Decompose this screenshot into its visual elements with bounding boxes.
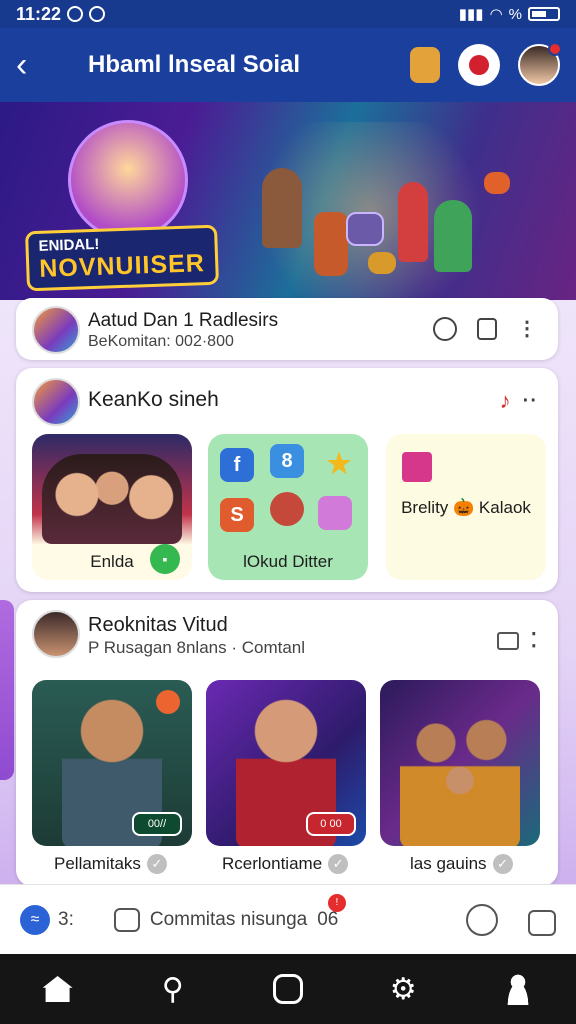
- status-bar: 11:22 ▮▮▮ ◠ %: [0, 0, 576, 28]
- bottom-navigation: ⚲ ⚙: [0, 954, 576, 1024]
- comment-bubble-icon: [113, 907, 140, 932]
- character-figure: [398, 182, 428, 262]
- home-icon: [42, 976, 73, 1002]
- page-title: Hbaml lnseal Soial: [88, 51, 301, 78]
- signal-icon: ▮▮▮: [458, 6, 484, 23]
- cube-icon: [402, 452, 432, 482]
- post-subtitle: BeKomitan: 002·800: [88, 333, 234, 350]
- photo-tag: 0 00: [306, 812, 356, 836]
- group-photo: [42, 454, 182, 544]
- profile-icon[interactable]: [466, 903, 498, 936]
- more-vertical-icon[interactable]: ⁚: [531, 628, 538, 653]
- alarm-icon: [67, 6, 84, 22]
- feed-card: Reoknitas Vitud P Rusagan 8nlans · Comta…: [16, 600, 558, 886]
- gift-prop: [484, 172, 510, 194]
- music-note-icon[interactable]: ♪: [500, 388, 511, 414]
- community-card: KeanKo sineh ♪ ·· Enlda ▪ f 8 ★ S lOkud …: [16, 368, 558, 592]
- more-vertical-icon[interactable]: ⋮: [517, 316, 538, 341]
- gift-prop: [368, 252, 396, 274]
- gift-box-icon[interactable]: [410, 47, 440, 83]
- app-icon: [318, 496, 352, 530]
- tile-label: Brelity 🎃 Kalaok: [401, 498, 531, 517]
- comment-notification-badge: !: [327, 893, 346, 912]
- notification-badge: [548, 42, 562, 56]
- battery-icon: [528, 7, 560, 21]
- photo-caption: las gauins ✓: [410, 854, 513, 874]
- mascot-character: [68, 120, 188, 240]
- chat-icon[interactable]: ▪: [150, 544, 180, 574]
- community-title: KeanKo sineh: [88, 388, 219, 411]
- wave-icon[interactable]: ≈: [20, 904, 50, 935]
- search-icon[interactable]: [433, 316, 457, 341]
- community-avatar: [32, 378, 80, 426]
- notification-icon: [89, 6, 106, 22]
- bottom-action-strip: ≈ 3: Commitas nisunga 06 !: [0, 884, 576, 954]
- community-tile[interactable]: Enlda ▪: [32, 434, 192, 580]
- feed-subtitle: P Rusagan 8nlans · Comtanl: [88, 638, 306, 657]
- character-figure: [262, 168, 302, 248]
- post-card[interactable]: Aatud Dan 1 Radlesirs BeKomitan: 002·800…: [16, 298, 558, 360]
- feed-photo[interactable]: [380, 680, 540, 846]
- profile-avatar[interactable]: [518, 42, 562, 86]
- community-tile[interactable]: f 8 ★ S lOkud Ditter: [208, 434, 368, 580]
- feed-photo[interactable]: 00//: [32, 680, 192, 846]
- live-dot-icon: [156, 690, 180, 714]
- nav-home[interactable]: [38, 969, 78, 1009]
- app-switch-icon: [272, 974, 303, 1004]
- app-icon: 8: [270, 444, 304, 478]
- character-icon: [270, 492, 304, 526]
- nav-center[interactable]: [268, 969, 308, 1009]
- tile-label: lOkud Ditter: [243, 552, 333, 571]
- search-icon: ⚲: [161, 972, 184, 1006]
- comment-count: 06: [317, 908, 339, 930]
- post-title: Aatud Dan 1 Radlesirs: [88, 310, 279, 331]
- comment-button[interactable]: Commitas nisunga 06 !: [113, 893, 346, 932]
- app-bar: ‹ Hbaml lnseal Soial: [0, 28, 576, 102]
- battery-text: %: [508, 5, 522, 23]
- community-tile[interactable]: Brelity 🎃 Kalaok: [386, 434, 546, 580]
- character-figure: [314, 212, 348, 276]
- character-figure: [434, 200, 472, 272]
- nav-search[interactable]: ⚲: [153, 969, 193, 1009]
- share-icon[interactable]: [477, 317, 497, 340]
- status-time: 11:22: [16, 3, 62, 24]
- nav-profile[interactable]: [498, 969, 538, 1009]
- screen-prop: [346, 212, 384, 246]
- wifi-icon: ◠: [489, 6, 503, 23]
- photo-tag: 00//: [132, 812, 182, 836]
- verified-icon: ✓: [328, 854, 349, 874]
- back-arrow-icon[interactable]: ‹: [16, 46, 52, 85]
- feed-photo[interactable]: 0 00: [206, 680, 366, 846]
- verified-icon: ✓: [146, 854, 167, 874]
- comment-label: Commitas nisunga: [149, 908, 308, 930]
- reaction-count: 3:: [58, 908, 74, 930]
- verified-icon: ✓: [492, 854, 513, 874]
- photo-caption: Pellamitaks ✓: [54, 854, 167, 874]
- hero-banner[interactable]: ENIDAL! NOVNUIISER: [0, 102, 576, 312]
- feed-title: Reoknitas Vitud: [88, 614, 228, 636]
- gear-icon: ⚙: [389, 972, 417, 1006]
- user-icon: [503, 973, 534, 1005]
- more-horizontal-icon[interactable]: ··: [523, 390, 538, 413]
- group-avatar: [32, 306, 80, 354]
- banner-logo: ENIDAL! NOVNUIISER: [25, 224, 219, 292]
- app-icon: S: [220, 498, 254, 532]
- star-icon: ★: [326, 447, 352, 479]
- camera-icon[interactable]: [496, 631, 519, 650]
- record-icon[interactable]: [458, 44, 500, 86]
- facebook-icon: f: [220, 448, 254, 482]
- lock-icon[interactable]: [528, 909, 556, 936]
- photo-caption: Rcerlontiame ✓: [222, 854, 349, 874]
- nav-settings[interactable]: ⚙: [383, 969, 423, 1009]
- feed-avatar: [32, 610, 80, 658]
